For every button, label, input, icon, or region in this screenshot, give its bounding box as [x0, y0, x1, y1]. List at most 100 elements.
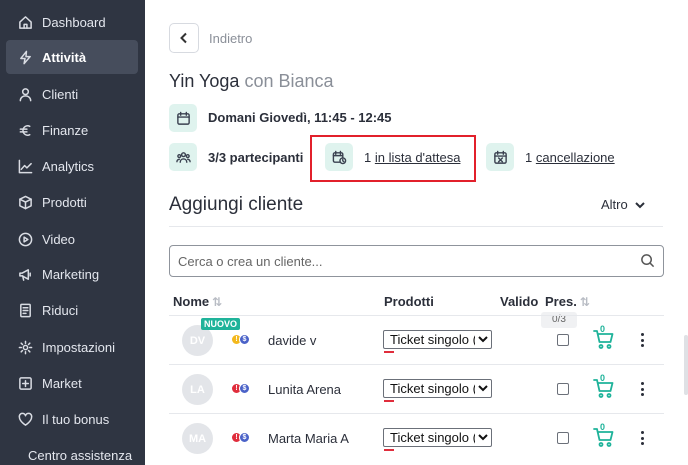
cancel-count: 1 [525, 150, 533, 165]
column-attendance-label: Pres. [545, 294, 577, 309]
schedule-text: Domani Giovedì, 11:45 - 12:45 [208, 110, 392, 125]
status-badges: ! $ [231, 383, 250, 394]
error-underline [384, 400, 394, 402]
sidebar-item-attivita[interactable]: Attività [6, 40, 138, 74]
sidebar-item-label: Clienti [42, 86, 79, 102]
back-label[interactable]: Indietro [209, 31, 252, 46]
add-client-title: Aggiungi cliente [169, 194, 304, 215]
column-name-label: Nome [173, 294, 210, 309]
receipt-icon [12, 303, 38, 318]
column-products-label: Prodotti [384, 294, 434, 309]
client-name[interactable]: Marta Maria A [268, 431, 349, 446]
instructor-label: con Bianca [244, 71, 334, 91]
dollar-badge-icon: $ [239, 432, 250, 443]
heart-icon [12, 412, 38, 427]
support-link[interactable]: Centro assistenza [28, 448, 132, 463]
client-name[interactable]: davide v [268, 333, 316, 348]
sidebar-item-label: Analytics [42, 158, 95, 174]
avatar: MA [182, 423, 213, 454]
status-badges: ! $ [231, 432, 250, 443]
column-name[interactable]: Nome ⇅ [173, 294, 222, 309]
gear-icon [12, 340, 38, 355]
sidebar-item-label: Il tuo bonus [42, 411, 110, 427]
sidebar-item-label: Dashboard [42, 14, 106, 30]
lightning-icon [12, 50, 38, 65]
waitlist-highlight [310, 135, 476, 182]
megaphone-icon [12, 267, 38, 282]
cart-count: 0 [600, 373, 606, 383]
sidebar-item-clienti[interactable]: Clienti [6, 77, 138, 111]
sidebar-item-label: Market [42, 375, 82, 391]
search-input[interactable] [170, 246, 630, 276]
sidebar-item-label: Attività [42, 49, 87, 65]
sidebar-item-label: Marketing [42, 266, 100, 282]
sidebar-item-prodotti[interactable]: Prodotti [6, 185, 138, 219]
sidebar-item-label: Finanze [42, 122, 89, 138]
column-valid-label: Valido [500, 294, 539, 309]
search-icon[interactable] [640, 253, 655, 273]
back-button[interactable] [169, 23, 199, 53]
sidebar: Dashboard Attività Clienti Finanze Analy… [0, 0, 145, 465]
attendance-checkbox[interactable] [557, 334, 569, 346]
error-underline [384, 449, 394, 451]
calendar-icon [169, 104, 197, 132]
sidebar-item-analytics[interactable]: Analytics [6, 149, 138, 183]
new-badge: NUOVO [201, 318, 241, 330]
class-name: Yin Yoga [169, 71, 240, 91]
user-icon [12, 87, 38, 102]
participants-text: 3/3 partecipanti [208, 150, 304, 165]
cancellation-link[interactable]: 1 cancellazione [525, 150, 615, 165]
dollar-badge-icon: $ [239, 334, 250, 345]
sidebar-item-label: Impostazioni [42, 339, 115, 355]
play-icon [12, 232, 38, 247]
sort-icon[interactable]: ⇅ [212, 295, 222, 309]
sidebar-item-label: Riduci [42, 302, 79, 318]
column-valid: Valido [500, 294, 538, 309]
chevron-left-icon [180, 32, 187, 44]
sidebar-item-finanze[interactable]: Finanze [6, 113, 138, 147]
column-attendance[interactable]: Pres. ⇅ [545, 294, 590, 309]
avatar: LA [182, 374, 213, 405]
error-underline [384, 351, 394, 353]
sidebar-item-label: Prodotti [42, 194, 87, 210]
status-badges: ! $ [231, 334, 250, 345]
chevron-down-icon [635, 201, 645, 208]
sidebar-item-market[interactable]: Market [6, 366, 138, 400]
attendance-checkbox[interactable] [557, 383, 569, 395]
more-options-icon[interactable] [639, 382, 645, 396]
plus-square-icon [12, 376, 38, 391]
client-name[interactable]: Lunita Arena [268, 382, 341, 397]
main-content: Indietro Yin Yoga con Bianca Domani Giov… [145, 0, 688, 465]
participants-icon [169, 143, 197, 171]
divider [169, 226, 663, 227]
box-icon [12, 195, 38, 210]
scrollbar[interactable] [684, 335, 688, 395]
sidebar-item-bonus[interactable]: Il tuo bonus [6, 402, 138, 436]
sidebar-item-marketing[interactable]: Marketing [6, 257, 138, 291]
column-products: Prodotti [384, 294, 434, 309]
sidebar-item-riduci[interactable]: Riduci [6, 293, 138, 327]
sidebar-item-impostazioni[interactable]: Impostazioni [6, 330, 138, 364]
sort-icon[interactable]: ⇅ [580, 295, 590, 309]
chart-line-icon [12, 159, 38, 174]
table-row[interactable]: MA ! $ Marta Maria A Ticket singolo (1 0 [169, 413, 664, 462]
table-row[interactable]: DV NUOVO ! $ davide v Ticket singolo (1 … [169, 315, 664, 364]
cart-count: 0 [600, 324, 606, 334]
sidebar-item-video[interactable]: Video [6, 222, 138, 256]
more-options-icon[interactable] [639, 333, 645, 347]
attendance-checkbox[interactable] [557, 432, 569, 444]
more-options-icon[interactable] [639, 431, 645, 445]
table-row[interactable]: LA ! $ Lunita Arena Ticket singolo (1 0 [169, 364, 664, 413]
sidebar-item-dashboard[interactable]: Dashboard [6, 5, 138, 39]
sidebar-item-label: Video [42, 231, 76, 247]
cancel-label[interactable]: cancellazione [536, 150, 615, 165]
more-label: Altro [601, 197, 628, 212]
page-title: Yin Yoga con Bianca [169, 71, 334, 92]
product-select[interactable]: Ticket singolo (1 [383, 428, 492, 447]
cart-count: 0 [600, 422, 606, 432]
product-select[interactable]: Ticket singolo (1 [383, 379, 492, 398]
home-icon [12, 15, 38, 30]
more-dropdown[interactable]: Altro [601, 197, 646, 212]
product-select[interactable]: Ticket singolo (1 [383, 330, 492, 349]
dollar-badge-icon: $ [239, 383, 250, 394]
